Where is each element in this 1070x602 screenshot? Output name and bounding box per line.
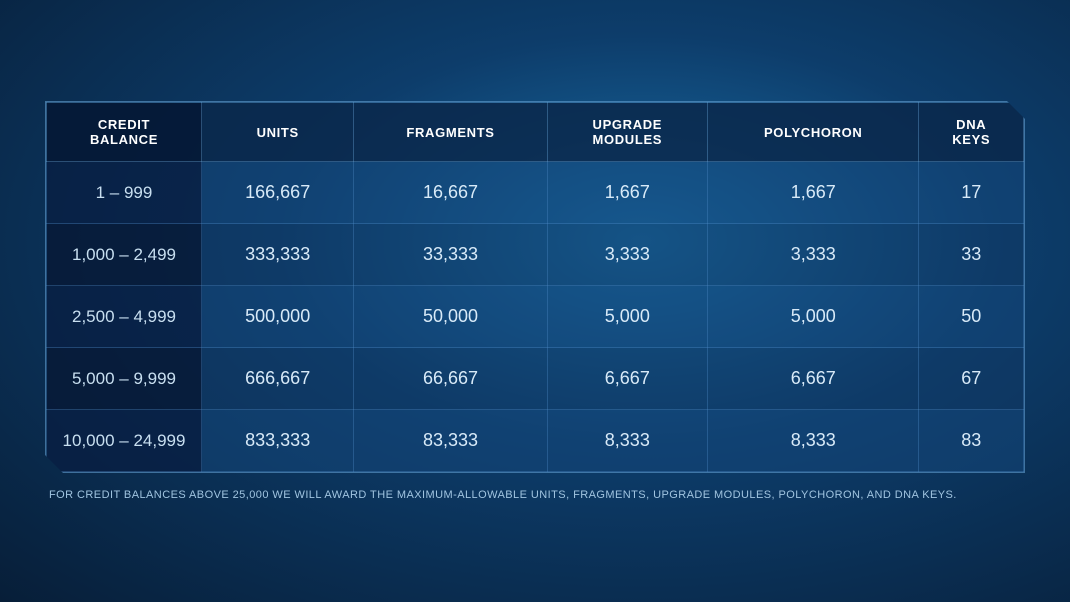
cell-upgrade: 3,333 <box>547 224 707 286</box>
cell-units: 666,667 <box>202 348 354 410</box>
cell-fragments: 33,333 <box>354 224 547 286</box>
header-units: UNITS <box>202 103 354 162</box>
footnote-text: FOR CREDIT BALANCES ABOVE 25,000 WE WILL… <box>45 483 1025 501</box>
header-upgrade-modules: UPGRADE MODULES <box>547 103 707 162</box>
cell-upgrade: 6,667 <box>547 348 707 410</box>
cell-poly: 3,333 <box>707 224 919 286</box>
data-table: CREDIT BALANCE UNITS FRAGMENTS UPGRADE M… <box>46 102 1024 472</box>
cell-units: 833,333 <box>202 410 354 472</box>
table-wrapper: CREDIT BALANCE UNITS FRAGMENTS UPGRADE M… <box>45 101 1025 473</box>
cell-poly: 5,000 <box>707 286 919 348</box>
cell-fragments: 16,667 <box>354 162 547 224</box>
cell-range: 1 – 999 <box>47 162 202 224</box>
header-credit-balance: CREDIT BALANCE <box>47 103 202 162</box>
cell-dna: 50 <box>919 286 1024 348</box>
cell-range: 1,000 – 2,499 <box>47 224 202 286</box>
table-row: 1,000 – 2,499333,33333,3333,3333,33333 <box>47 224 1024 286</box>
cell-fragments: 83,333 <box>354 410 547 472</box>
table-row: 10,000 – 24,999833,33383,3338,3338,33383 <box>47 410 1024 472</box>
cell-fragments: 66,667 <box>354 348 547 410</box>
main-container: CREDIT BALANCE UNITS FRAGMENTS UPGRADE M… <box>45 101 1025 501</box>
cell-fragments: 50,000 <box>354 286 547 348</box>
cell-range: 10,000 – 24,999 <box>47 410 202 472</box>
cell-range: 2,500 – 4,999 <box>47 286 202 348</box>
cell-poly: 6,667 <box>707 348 919 410</box>
cell-upgrade: 5,000 <box>547 286 707 348</box>
cell-units: 500,000 <box>202 286 354 348</box>
cell-dna: 33 <box>919 224 1024 286</box>
table-row: 1 – 999166,66716,6671,6671,66717 <box>47 162 1024 224</box>
cell-upgrade: 1,667 <box>547 162 707 224</box>
table-row: 2,500 – 4,999500,00050,0005,0005,00050 <box>47 286 1024 348</box>
cell-dna: 83 <box>919 410 1024 472</box>
cell-dna: 67 <box>919 348 1024 410</box>
cell-units: 333,333 <box>202 224 354 286</box>
cell-range: 5,000 – 9,999 <box>47 348 202 410</box>
cell-dna: 17 <box>919 162 1024 224</box>
cell-units: 166,667 <box>202 162 354 224</box>
cell-poly: 1,667 <box>707 162 919 224</box>
header-polychoron: POLYCHORON <box>707 103 919 162</box>
cell-poly: 8,333 <box>707 410 919 472</box>
header-row: CREDIT BALANCE UNITS FRAGMENTS UPGRADE M… <box>47 103 1024 162</box>
header-dna-keys: DNA KEYS <box>919 103 1024 162</box>
cell-upgrade: 8,333 <box>547 410 707 472</box>
header-fragments: FRAGMENTS <box>354 103 547 162</box>
table-row: 5,000 – 9,999666,66766,6676,6676,66767 <box>47 348 1024 410</box>
